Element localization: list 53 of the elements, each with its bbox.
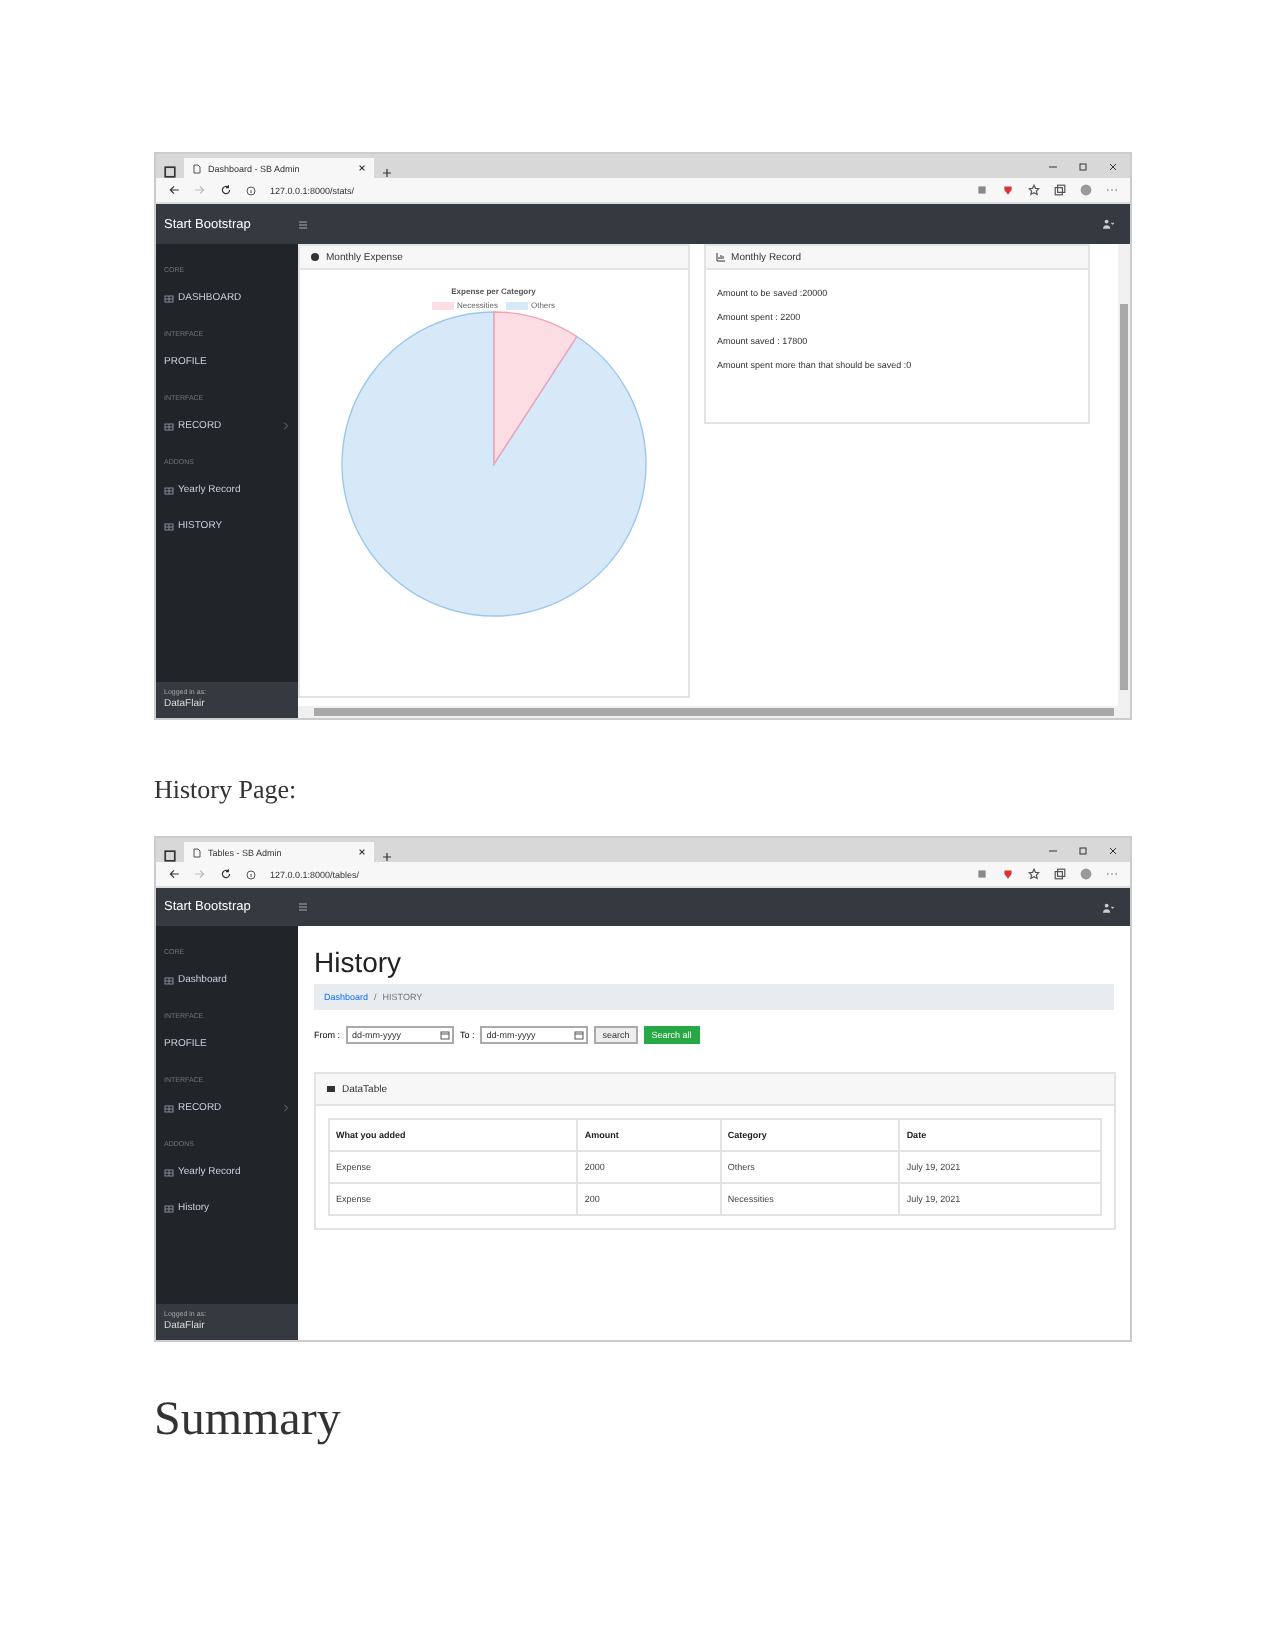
horizontal-scrollbar[interactable] — [298, 706, 1130, 718]
plus-icon — [382, 852, 392, 862]
chevron-icon — [282, 422, 290, 430]
info-icon — [246, 869, 256, 879]
table-icon — [164, 1103, 174, 1113]
calendar-icon — [574, 1030, 585, 1040]
table-icon — [164, 293, 174, 303]
reload-icon — [220, 868, 232, 880]
info-icon — [246, 185, 256, 195]
close-icon — [358, 848, 366, 856]
collections-icon — [1054, 184, 1066, 196]
star-icon — [1028, 868, 1040, 880]
page-icon — [192, 847, 202, 857]
more-icon — [1106, 184, 1118, 196]
page-icon — [192, 163, 202, 173]
menu-icon — [298, 902, 308, 912]
chart-icon — [715, 252, 726, 262]
window-icon — [164, 166, 176, 178]
table-icon — [164, 1167, 174, 1177]
user-icon — [1100, 901, 1118, 913]
minimize-icon — [1048, 845, 1058, 855]
maximize-icon — [1078, 161, 1088, 171]
chevron-icon — [282, 1104, 290, 1112]
back-arrow-icon — [168, 868, 180, 880]
more-icon — [1106, 868, 1118, 880]
collections-icon — [1054, 868, 1066, 880]
section-heading: Summary — [154, 1394, 343, 1448]
window-icon — [164, 850, 176, 862]
page-heading: History — [312, 944, 404, 982]
calendar-icon — [440, 1030, 450, 1040]
close-icon — [358, 164, 366, 172]
maximize-icon — [1078, 845, 1088, 855]
table-icon — [164, 521, 174, 531]
table-icon — [164, 1203, 174, 1213]
star-icon — [1028, 184, 1040, 196]
profile-icon — [1080, 868, 1092, 880]
table-icon — [164, 421, 174, 431]
table-icon — [164, 485, 174, 495]
minimize-icon — [1048, 161, 1058, 171]
plus-icon — [382, 168, 392, 178]
close-icon — [1108, 845, 1118, 855]
close-icon — [1108, 161, 1118, 171]
profile-icon — [1080, 184, 1092, 196]
table-icon — [326, 1084, 336, 1094]
forward-arrow-icon — [194, 868, 206, 880]
forward-arrow-icon — [194, 184, 206, 196]
user-icon — [1100, 218, 1118, 230]
menu-icon — [298, 219, 308, 229]
reload-icon — [220, 184, 232, 196]
vertical-scrollbar[interactable] — [1118, 244, 1130, 706]
table-icon — [164, 975, 174, 985]
caption: History Page: — [154, 774, 299, 806]
back-arrow-icon — [168, 184, 180, 196]
